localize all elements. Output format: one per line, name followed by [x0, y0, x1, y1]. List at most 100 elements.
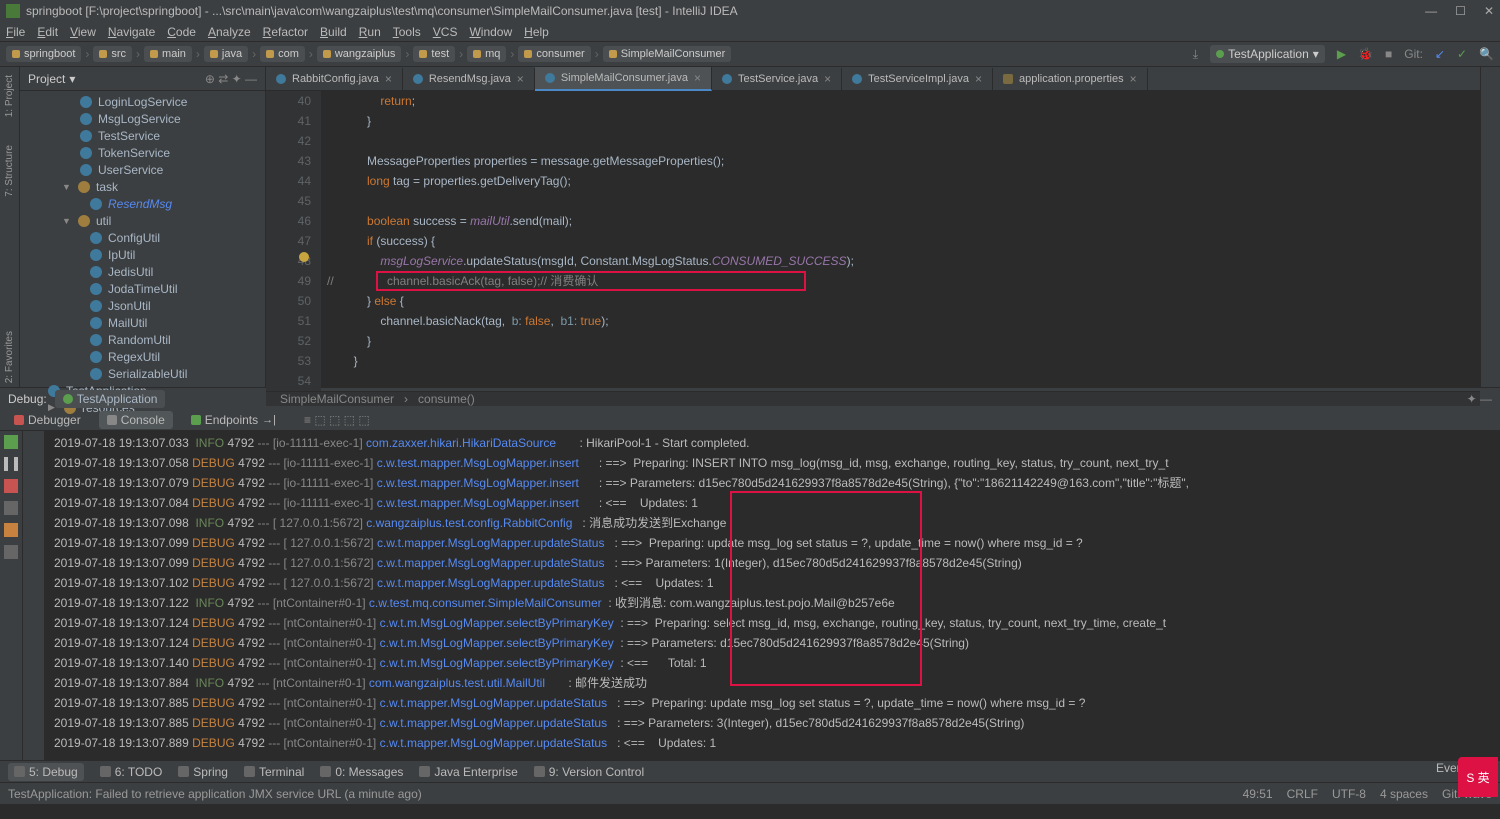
tab-SimpleMailConsumer.java[interactable]: SimpleMailConsumer.java ×	[535, 67, 712, 91]
menu-vcs[interactable]: VCS	[433, 25, 458, 39]
tree-RandomUtil[interactable]: RandomUtil	[20, 331, 265, 348]
close-tab-icon[interactable]: ×	[1130, 72, 1137, 86]
tree-ResendMsg[interactable]: ResendMsg	[20, 195, 265, 212]
tree-JodaTimeUtil[interactable]: JodaTimeUtil	[20, 280, 265, 297]
breadcrumb-mq[interactable]: mq	[467, 46, 506, 62]
vcs-commit-icon[interactable]: ✓	[1457, 47, 1467, 61]
favorites-tab[interactable]: 2: Favorites	[4, 327, 15, 387]
close-tab-icon[interactable]: ×	[385, 72, 392, 86]
menu-file[interactable]: File	[6, 25, 25, 39]
close-icon[interactable]: ✕	[1484, 4, 1494, 18]
tree-ConfigUtil[interactable]: ConfigUtil	[20, 229, 265, 246]
breadcrumb-wangzaiplus[interactable]: wangzaiplus	[317, 46, 402, 62]
menu-tools[interactable]: Tools	[393, 25, 421, 39]
tree-RegexUtil[interactable]: RegexUtil	[20, 348, 265, 365]
breadcrumb-consumer[interactable]: consumer	[518, 46, 590, 62]
breadcrumb-SimpleMailConsumer[interactable]: SimpleMailConsumer	[603, 46, 732, 62]
tree-MailUtil[interactable]: MailUtil	[20, 314, 265, 331]
bottom-tab-6TODO[interactable]: 6: TODO	[100, 765, 163, 779]
crumb-class[interactable]: SimpleMailConsumer	[280, 392, 394, 406]
run-config-dropdown[interactable]: TestApplication ▾	[1210, 45, 1325, 63]
tree-JsonUtil[interactable]: JsonUtil	[20, 297, 265, 314]
debug-settings-icon[interactable]: ✦ —	[1467, 392, 1492, 406]
menu-view[interactable]: View	[70, 25, 96, 39]
vcs-update-icon[interactable]: ↙	[1435, 47, 1445, 61]
tree-IpUtil[interactable]: IpUtil	[20, 246, 265, 263]
menu-code[interactable]: Code	[167, 25, 196, 39]
folder-icon	[609, 50, 617, 58]
tree-MsgLogService[interactable]: MsgLogService	[20, 110, 265, 127]
bottom-tab-JavaEnterprise[interactable]: Java Enterprise	[419, 765, 517, 779]
class-icon	[80, 147, 92, 159]
menu-navigate[interactable]: Navigate	[108, 25, 155, 39]
breadcrumb-java[interactable]: java	[204, 46, 248, 62]
menu-window[interactable]: Window	[469, 25, 512, 39]
tree-LoginLogService[interactable]: LoginLogService	[20, 93, 265, 110]
layout-button[interactable]	[4, 545, 18, 559]
debug-toolbar-icons[interactable]: ≡ ⬚ ⬚ ⬚ ⬚	[304, 413, 370, 427]
tab-ResendMsg.java[interactable]: ResendMsg.java ×	[403, 68, 535, 90]
tab-RabbitConfig.java[interactable]: RabbitConfig.java ×	[266, 68, 403, 90]
bottom-tab-0Messages[interactable]: 0: Messages	[320, 765, 403, 779]
run-button[interactable]: ▶	[1337, 47, 1346, 61]
breadcrumb-main[interactable]: main	[144, 46, 192, 62]
view-breakpoints-button[interactable]	[4, 501, 18, 515]
rerun-button[interactable]	[4, 435, 18, 449]
status-message: TestApplication: Failed to retrieve appl…	[8, 787, 422, 801]
tab-application.properties[interactable]: application.properties ×	[993, 68, 1148, 90]
bottom-tab-Spring[interactable]: Spring	[178, 765, 228, 779]
minimize-icon[interactable]: —	[1425, 4, 1437, 18]
tree-JedisUtil[interactable]: JedisUtil	[20, 263, 265, 280]
breadcrumb-test[interactable]: test	[413, 46, 455, 62]
close-tab-icon[interactable]: ×	[824, 72, 831, 86]
status-4951[interactable]: 49:51	[1243, 787, 1273, 801]
bottom-tab-Terminal[interactable]: Terminal	[244, 765, 304, 779]
menu-run[interactable]: Run	[359, 25, 381, 39]
maximize-icon[interactable]: ☐	[1455, 4, 1466, 18]
tree-util[interactable]: ▼util	[20, 212, 265, 229]
stop-button[interactable]	[4, 479, 18, 493]
status-CRLF[interactable]: CRLF	[1287, 787, 1318, 801]
tree-TestService[interactable]: TestService	[20, 127, 265, 144]
tab-TestService.java[interactable]: TestService.java ×	[712, 68, 842, 90]
debug-button[interactable]: 🐞	[1358, 47, 1373, 61]
structure-tab[interactable]: 7: Structure	[4, 141, 15, 201]
bottom-tab-5Debug[interactable]: 5: Debug	[8, 763, 84, 781]
build-icon[interactable]: ⤓	[1193, 47, 1198, 62]
tree-task[interactable]: ▼task	[20, 178, 265, 195]
menu-analyze[interactable]: Analyze	[208, 25, 251, 39]
endpoints-tab[interactable]: Endpoints →|	[183, 411, 284, 429]
status-UTF-8[interactable]: UTF-8	[1332, 787, 1366, 801]
menu-edit[interactable]: Edit	[37, 25, 58, 39]
breadcrumb-springboot[interactable]: springboot	[6, 46, 81, 62]
debug-process-badge[interactable]: TestApplication	[55, 390, 166, 408]
console-output[interactable]: 2019-07-18 19:13:07.033 INFO 4792 --- [i…	[44, 431, 1500, 760]
warning-gutter-icon[interactable]	[299, 252, 309, 262]
menu-help[interactable]: Help	[524, 25, 549, 39]
close-tab-icon[interactable]: ×	[694, 71, 701, 85]
menu-refactor[interactable]: Refactor	[263, 25, 308, 39]
code-editor[interactable]: 404142434445464748495051525354 return; }…	[266, 91, 1480, 391]
console-tab[interactable]: Console	[99, 411, 173, 429]
chevron-down-icon[interactable]: ▾	[69, 72, 75, 86]
tree-TokenService[interactable]: TokenService	[20, 144, 265, 161]
project-tab[interactable]: 1: Project	[4, 71, 15, 121]
crumb-method[interactable]: consume()	[418, 392, 475, 406]
status-4spaces[interactable]: 4 spaces	[1380, 787, 1428, 801]
menu-build[interactable]: Build	[320, 25, 347, 39]
tree-SerializableUtil[interactable]: SerializableUtil	[20, 365, 265, 382]
breadcrumb-src[interactable]: src	[93, 46, 132, 62]
folder-icon	[150, 50, 158, 58]
bottom-tab-9VersionControl[interactable]: 9: Version Control	[534, 765, 644, 779]
close-tab-icon[interactable]: ×	[517, 72, 524, 86]
pause-button[interactable]	[4, 457, 18, 471]
tab-TestServiceImpl.java[interactable]: TestServiceImpl.java ×	[842, 68, 993, 90]
ime-indicator[interactable]: S 英	[1458, 757, 1498, 797]
tree-UserService[interactable]: UserService	[20, 161, 265, 178]
stop-button[interactable]: ■	[1385, 47, 1392, 61]
debugger-tab[interactable]: Debugger	[6, 411, 89, 429]
close-tab-icon[interactable]: ×	[975, 72, 982, 86]
search-icon[interactable]: 🔍	[1479, 47, 1494, 61]
mute-breakpoints-button[interactable]	[4, 523, 18, 537]
breadcrumb-com[interactable]: com	[260, 46, 305, 62]
